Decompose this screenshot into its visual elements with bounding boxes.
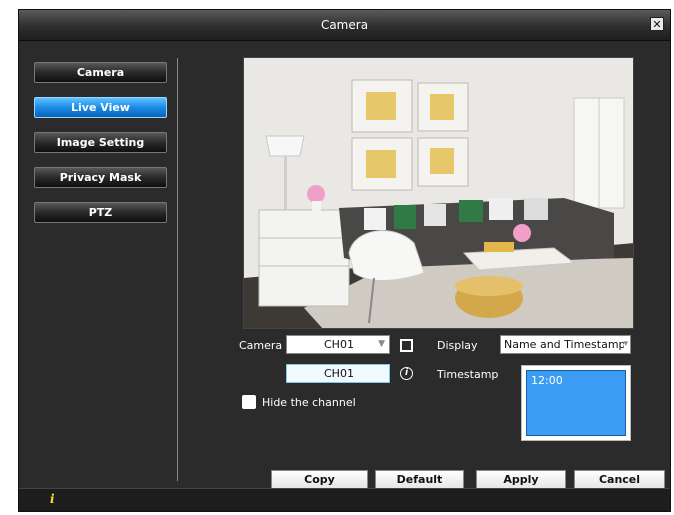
hide-channel-label: Hide the channel <box>262 396 356 409</box>
sidebar-divider <box>177 58 178 481</box>
default-button[interactable]: Default <box>375 470 464 490</box>
living-room-scene <box>244 58 633 328</box>
sidebar-item-live-view[interactable]: Live View <box>34 97 167 118</box>
dropdown-arrow-icon: ▼ <box>378 339 385 349</box>
camera-label: Camera <box>239 339 283 352</box>
channel-name-input[interactable]: CH01 <box>286 364 390 383</box>
camera-preview-image <box>243 57 634 329</box>
timestamp-preview-area[interactable]: 12:00 <box>526 370 626 436</box>
timestamp-preview-text[interactable]: 12:00 <box>531 374 563 387</box>
cancel-button[interactable]: Cancel <box>574 470 665 490</box>
timestamp-label: Timestamp <box>437 368 499 381</box>
sidebar-item-ptz[interactable]: PTZ <box>34 202 167 223</box>
display-checkbox[interactable] <box>400 339 413 352</box>
status-info-icon: i <box>50 492 55 506</box>
hide-channel-checkbox[interactable] <box>242 395 256 409</box>
info-icon[interactable]: i <box>400 367 413 380</box>
window-title: Camera <box>320 18 369 32</box>
close-icon[interactable]: ✕ <box>650 17 664 31</box>
display-select-value: Name and Timestamp <box>504 338 624 351</box>
status-bar: i <box>19 488 670 511</box>
display-select[interactable]: Name and Timestamp ▾ <box>500 335 631 354</box>
copy-button[interactable]: Copy <box>271 470 368 490</box>
sidebar-item-camera[interactable]: Camera <box>34 62 167 83</box>
sidebar-item-privacy-mask[interactable]: Privacy Mask <box>34 167 167 188</box>
camera-select[interactable]: CH01 ▼ <box>286 335 390 354</box>
camera-settings-window: Camera ✕ Camera Live View Image Setting … <box>18 9 671 512</box>
timestamp-position-preview[interactable]: 12:00 <box>521 365 631 441</box>
title-bar: Camera ✕ <box>19 10 670 41</box>
display-label: Display <box>437 339 478 352</box>
channel-name-value: CH01 <box>324 367 354 380</box>
camera-select-value: CH01 <box>324 338 354 351</box>
dropdown-arrow-icon: ▾ <box>623 339 628 349</box>
apply-button[interactable]: Apply <box>476 470 566 490</box>
sidebar-item-image-setting[interactable]: Image Setting <box>34 132 167 153</box>
